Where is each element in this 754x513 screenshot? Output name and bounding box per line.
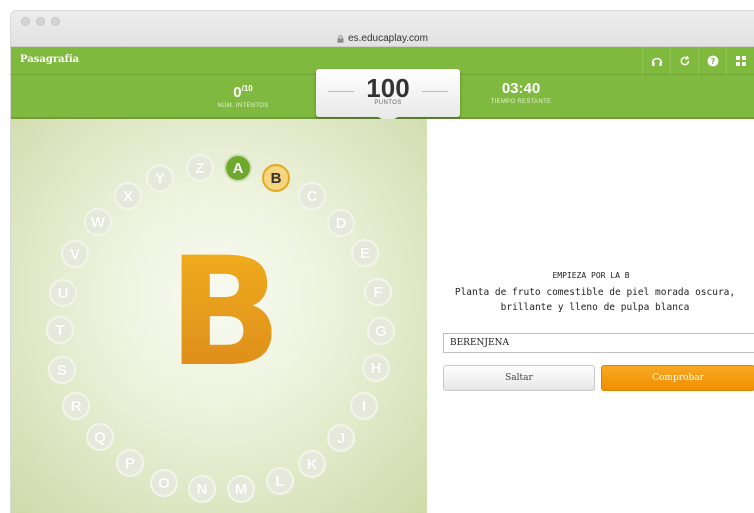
- letter-r[interactable]: R: [62, 392, 90, 420]
- letter-q[interactable]: Q: [86, 423, 114, 451]
- minimize-window-button[interactable]: [36, 17, 45, 26]
- app-title: Pasagrafía: [20, 54, 80, 65]
- check-button[interactable]: Comprobar: [601, 365, 754, 391]
- current-letter-text: B: [168, 239, 282, 379]
- address-bar[interactable]: es.educaplay.com: [11, 29, 754, 47]
- letter-p[interactable]: P: [116, 449, 144, 477]
- browser-window: es.educaplay.com Pasagrafía ? 0/10 Núm. …: [10, 10, 754, 513]
- attempts-label: Núm. intentos: [217, 103, 269, 109]
- answer-input[interactable]: BERENJENA: [443, 333, 754, 353]
- points-box: 100 Puntos: [316, 69, 460, 122]
- fullscreen-icon[interactable]: [726, 47, 754, 75]
- skip-button[interactable]: Saltar: [443, 365, 595, 391]
- question-panel: EMPIEZA POR LA B Planta de fruto comesti…: [427, 119, 754, 513]
- letter-i[interactable]: I: [350, 392, 378, 420]
- letter-j[interactable]: J: [327, 424, 355, 452]
- lock-icon: [337, 34, 344, 43]
- letter-o[interactable]: O: [150, 469, 178, 497]
- question-text: Planta de fruto comestible de piel morad…: [454, 287, 736, 313]
- letter-m[interactable]: M: [227, 475, 255, 503]
- letter-t[interactable]: T: [46, 316, 74, 344]
- browser-titlebar: es.educaplay.com: [11, 11, 754, 47]
- letter-a[interactable]: A: [224, 154, 252, 182]
- letter-v[interactable]: V: [61, 240, 89, 268]
- time-label: Tiempo restante: [490, 99, 552, 105]
- letter-y[interactable]: Y: [146, 164, 174, 192]
- letter-w[interactable]: W: [84, 208, 112, 236]
- letter-c[interactable]: C: [298, 182, 326, 210]
- letter-s[interactable]: S: [48, 356, 76, 384]
- attempts-max: /10: [241, 84, 253, 93]
- letter-e[interactable]: E: [351, 239, 379, 267]
- url-text: es.educaplay.com: [348, 32, 428, 44]
- time-value: 03:40: [501, 80, 541, 97]
- svg-text:?: ?: [710, 57, 715, 66]
- letter-h[interactable]: H: [362, 354, 390, 382]
- letter-n[interactable]: N: [188, 475, 216, 503]
- letter-x[interactable]: X: [114, 182, 142, 210]
- letter-wheel-panel: B A B C D E F G H I J K L M N O P Q R S …: [11, 119, 427, 513]
- letter-z[interactable]: Z: [186, 154, 214, 182]
- attempts-stat: 0/10 Núm. intentos: [211, 79, 275, 109]
- letter-g[interactable]: G: [367, 317, 395, 345]
- window-controls: [21, 17, 60, 26]
- points-divider-left: [328, 91, 354, 92]
- restart-icon[interactable]: [670, 47, 698, 75]
- help-icon[interactable]: ?: [698, 47, 726, 75]
- time-stat: 03:40 Tiempo restante: [481, 79, 561, 105]
- zoom-window-button[interactable]: [51, 17, 60, 26]
- letter-b[interactable]: B: [262, 164, 290, 192]
- attempts-value: 0: [233, 84, 242, 101]
- current-letter-display: B: [165, 226, 285, 400]
- letter-l[interactable]: L: [266, 467, 294, 495]
- letter-k[interactable]: K: [298, 450, 326, 478]
- points-divider-right: [422, 91, 448, 92]
- letter-d[interactable]: D: [327, 209, 355, 237]
- letter-f[interactable]: F: [364, 278, 392, 306]
- close-window-button[interactable]: [21, 17, 30, 26]
- question-heading: EMPIEZA POR LA B: [552, 271, 630, 280]
- letter-u[interactable]: U: [49, 279, 77, 307]
- stats-bar: 0/10 Núm. intentos 100 Puntos 03:40 Tiem…: [11, 69, 754, 122]
- app-toolbar: ?: [642, 47, 754, 75]
- sound-icon[interactable]: [642, 47, 670, 75]
- points-label: Puntos: [374, 100, 402, 106]
